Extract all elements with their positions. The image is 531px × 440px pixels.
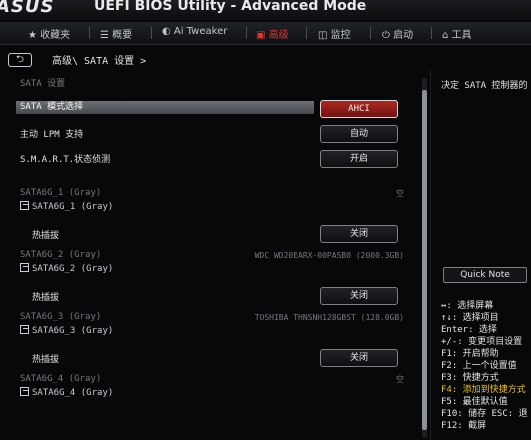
back-button[interactable]: ⮌ (8, 53, 32, 67)
hotplug-label: 热插拔 (32, 355, 60, 365)
shortcut-item: F5: 最佳默认值 (441, 397, 508, 407)
link-icon (20, 387, 29, 396)
settings-panel: SATA 设置 SATA 模式选择 AHCI 主动 LPM 支持 自动 S.M.… (0, 70, 422, 440)
port-device: 空 (396, 189, 404, 198)
shortcut-item-add-to-shortcut: F4: 添加到快捷方式 (441, 385, 526, 395)
menu-divider (151, 27, 152, 39)
port-sub-item[interactable]: SATA6G_3 (Gray) (20, 325, 113, 336)
port-sub-item[interactable]: SATA6G_4 (Gray) (20, 387, 113, 398)
shortcut-item: F3: 快捷方式 (441, 373, 499, 383)
port-device: WDC WD20EARX-00PASB0 (2000.3GB) (254, 251, 404, 260)
hotplug-button[interactable]: 关闭 (320, 287, 398, 305)
shortcut-item: Enter: 选择 (441, 325, 497, 335)
port-header: SATA6G_2 (Gray) (20, 250, 102, 260)
port-sub-item[interactable]: SATA6G_2 (Gray) (20, 263, 113, 274)
app-title: UEFI BIOS Utility - Advanced Mode (94, 0, 367, 14)
breadcrumb: 高级\ SATA 设置 > (52, 56, 147, 67)
sata-mode-label: SATA 模式选择 (20, 102, 84, 112)
tool-icon: ⌂ (442, 30, 449, 41)
shortcut-item: F12: 截屏 (441, 421, 487, 431)
shortcut-list: ↔: 选择屏幕 ↑↓: 选择项目 Enter: 选择 +/-: 变更项目设置 F… (441, 300, 531, 432)
menu-favorites[interactable]: ★ 收藏夹 (28, 26, 70, 41)
monitor-icon: ◫ (318, 30, 328, 41)
menu-monitor[interactable]: ◫ 监控 (318, 26, 351, 41)
star-icon: ★ (28, 30, 37, 41)
sata-mode-row[interactable]: SATA 模式选择 (16, 101, 314, 114)
shortcut-item: F1: 开启帮助 (441, 349, 499, 359)
menu-ai-tweaker[interactable]: ◐ Ai Tweaker (162, 26, 227, 37)
scrollbar[interactable] (422, 78, 427, 438)
lpm-label: 主动 LPM 支持 (20, 130, 84, 140)
port-header: SATA6G_3 (Gray) (20, 312, 102, 322)
power-icon: ⏻ (382, 30, 390, 41)
menu-divider (370, 27, 371, 39)
port-device: 空 (396, 375, 404, 384)
shortcut-item: +/-: 变更项目设置 (441, 337, 523, 347)
menu-divider (89, 27, 90, 39)
port-header: SATA6G_1 (Gray) (20, 188, 102, 198)
port-sub-item[interactable]: SATA6G_1 (Gray) (20, 201, 113, 212)
help-panel: 决定 SATA 控制器的 Quick Note ↔: 选择屏幕 ↑↓: 选择项目… (430, 70, 531, 440)
shortcut-item: ↑↓: 选择项目 (441, 313, 499, 323)
menu-advanced[interactable]: ▣ 高级 (256, 26, 289, 41)
link-icon (20, 263, 29, 272)
menu-overview[interactable]: ☰ 概要 (100, 26, 132, 41)
main-menu: ★ 收藏夹 ☰ 概要 ◐ Ai Tweaker ▣ 高级 ◫ 监控 ⏻ 启动 ⌂… (0, 22, 531, 45)
hotplug-label: 热插拔 (32, 293, 60, 303)
title-bar: ASUS UEFI BIOS Utility - Advanced Mode (0, 0, 531, 20)
menu-tool[interactable]: ⌂ 工具 (442, 26, 472, 41)
shortcut-item: ↔: 选择屏幕 (441, 301, 494, 311)
back-arrow-icon: ⮌ (15, 54, 24, 65)
section-title: SATA 设置 (20, 79, 66, 89)
menu-divider (306, 27, 307, 39)
link-icon (20, 201, 29, 210)
menu-divider (431, 27, 432, 39)
lpm-button[interactable]: 自动 (320, 125, 398, 143)
tweaker-icon: ◐ (162, 26, 171, 37)
shortcut-item: F10: 储存 ESC: 退 (441, 409, 528, 419)
smart-button[interactable]: 开启 (320, 150, 398, 168)
hotplug-button[interactable]: 关闭 (320, 225, 398, 243)
scrollbar-thumb[interactable] (422, 90, 427, 430)
hotplug-label: 热插拔 (32, 231, 60, 241)
port-device: TOSHIBA THNSNH128GBST (128.0GB) (254, 313, 404, 322)
quick-note-button[interactable]: Quick Note (443, 267, 527, 283)
link-icon (20, 325, 29, 334)
advanced-icon: ▣ (256, 30, 266, 41)
menu-boot[interactable]: ⏻ 启动 (382, 26, 413, 41)
sata-mode-button[interactable]: AHCI (320, 100, 398, 118)
list-icon: ☰ (100, 30, 109, 41)
shortcut-item: F2: 上一个设置值 (441, 361, 517, 371)
menu-divider (246, 27, 247, 39)
smart-label: S.M.A.R.T.状态侦测 (20, 155, 111, 165)
help-text: 决定 SATA 控制器的 (441, 81, 528, 91)
port-header: SATA6G_4 (Gray) (20, 374, 102, 384)
hotplug-button[interactable]: 关闭 (320, 349, 398, 367)
asus-logo: ASUS (0, 0, 55, 17)
